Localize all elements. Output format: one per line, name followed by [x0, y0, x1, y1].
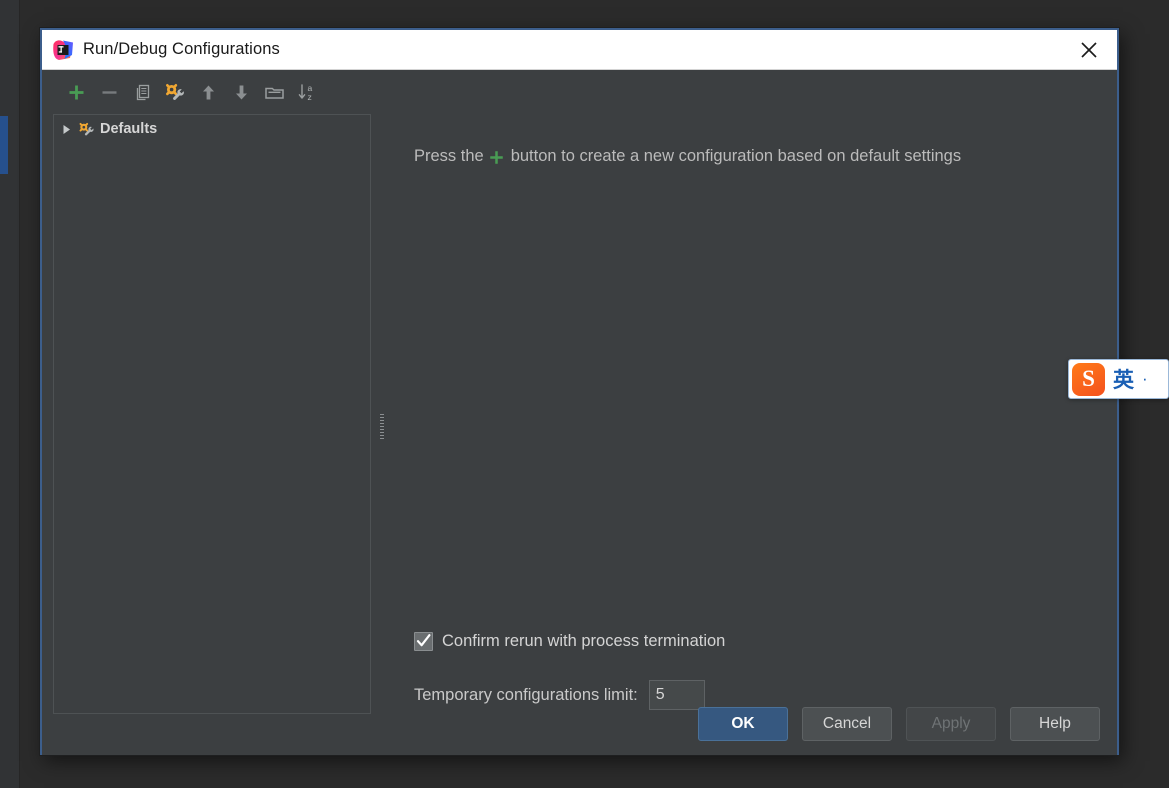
- sogou-ime-toolbar[interactable]: S 英 ·: [1068, 359, 1169, 399]
- minus-icon: [102, 90, 116, 94]
- close-icon[interactable]: [1061, 30, 1117, 69]
- svg-text:z: z: [307, 92, 311, 102]
- apply-button: Apply: [906, 707, 996, 741]
- remove-configuration-button[interactable]: [94, 77, 124, 107]
- dialog-title: Run/Debug Configurations: [83, 40, 280, 58]
- temporary-configurations-limit-input[interactable]: [648, 680, 705, 710]
- dialog-body: a z Defaults Press the button to create …: [42, 70, 1117, 755]
- ide-left-selected-tab-marker: [0, 116, 8, 174]
- configurations-tree-panel[interactable]: Defaults: [53, 114, 371, 714]
- arrow-down-icon: [235, 85, 247, 99]
- arrow-up-icon: [202, 85, 214, 99]
- plus-icon: [69, 85, 83, 99]
- create-folder-button[interactable]: [259, 77, 289, 107]
- edit-defaults-button[interactable]: [160, 77, 190, 107]
- confirm-rerun-label: Confirm rerun with process termination: [442, 632, 726, 650]
- temporary-configurations-limit-label: Temporary configurations limit:: [414, 685, 638, 704]
- triangle-right-icon[interactable]: [60, 123, 73, 136]
- ime-punctuation-mode-button[interactable]: ·: [1142, 369, 1148, 389]
- configurations-left-column: a z Defaults: [53, 74, 373, 720]
- move-down-button[interactable]: [226, 77, 256, 107]
- confirm-rerun-checkbox[interactable]: [414, 632, 433, 651]
- configurations-toolbar: a z: [53, 74, 373, 110]
- dialog-footer: OK Cancel Apply Help: [698, 707, 1100, 741]
- sogou-logo-icon[interactable]: S: [1072, 362, 1105, 396]
- confirm-rerun-checkbox-row[interactable]: Confirm rerun with process termination: [414, 632, 725, 651]
- sort-az-icon: a z: [298, 83, 312, 102]
- dialog-titlebar: Run/Debug Configurations: [42, 30, 1117, 70]
- wrench-gear-icon: [78, 122, 95, 137]
- empty-state-hint: Press the button to create a new configu…: [387, 74, 1107, 166]
- splitter-grip-icon[interactable]: [380, 414, 384, 440]
- folder-icon: [264, 87, 284, 99]
- temporary-configurations-limit-row: Temporary configurations limit:: [414, 680, 705, 710]
- panel-splitter[interactable]: [377, 74, 387, 720]
- help-button[interactable]: Help: [1010, 707, 1100, 741]
- tree-node-label: Defaults: [100, 121, 158, 137]
- ok-button[interactable]: OK: [698, 707, 788, 741]
- configuration-details-pane: Press the button to create a new configu…: [387, 74, 1107, 720]
- add-configuration-button[interactable]: [61, 77, 91, 107]
- wrench-gear-icon: [166, 83, 184, 100]
- hint-suffix-text: button to create a new configuration bas…: [510, 147, 962, 165]
- checkmark-icon: [416, 634, 431, 647]
- copy-configuration-button[interactable]: [127, 77, 157, 107]
- intellij-idea-icon: [52, 39, 74, 61]
- run-debug-configurations-dialog: Run/Debug Configurations a z Defaults Pr…: [40, 28, 1119, 755]
- ime-language-mode-button[interactable]: 英: [1113, 364, 1134, 394]
- sort-configurations-button[interactable]: a z: [292, 77, 322, 107]
- tree-node-defaults[interactable]: Defaults: [54, 117, 370, 141]
- cancel-button[interactable]: Cancel: [802, 707, 892, 741]
- move-up-button[interactable]: [193, 77, 223, 107]
- hint-prefix-text: Press the: [414, 147, 484, 165]
- plus-icon: [488, 149, 505, 166]
- copy-icon: [136, 84, 149, 100]
